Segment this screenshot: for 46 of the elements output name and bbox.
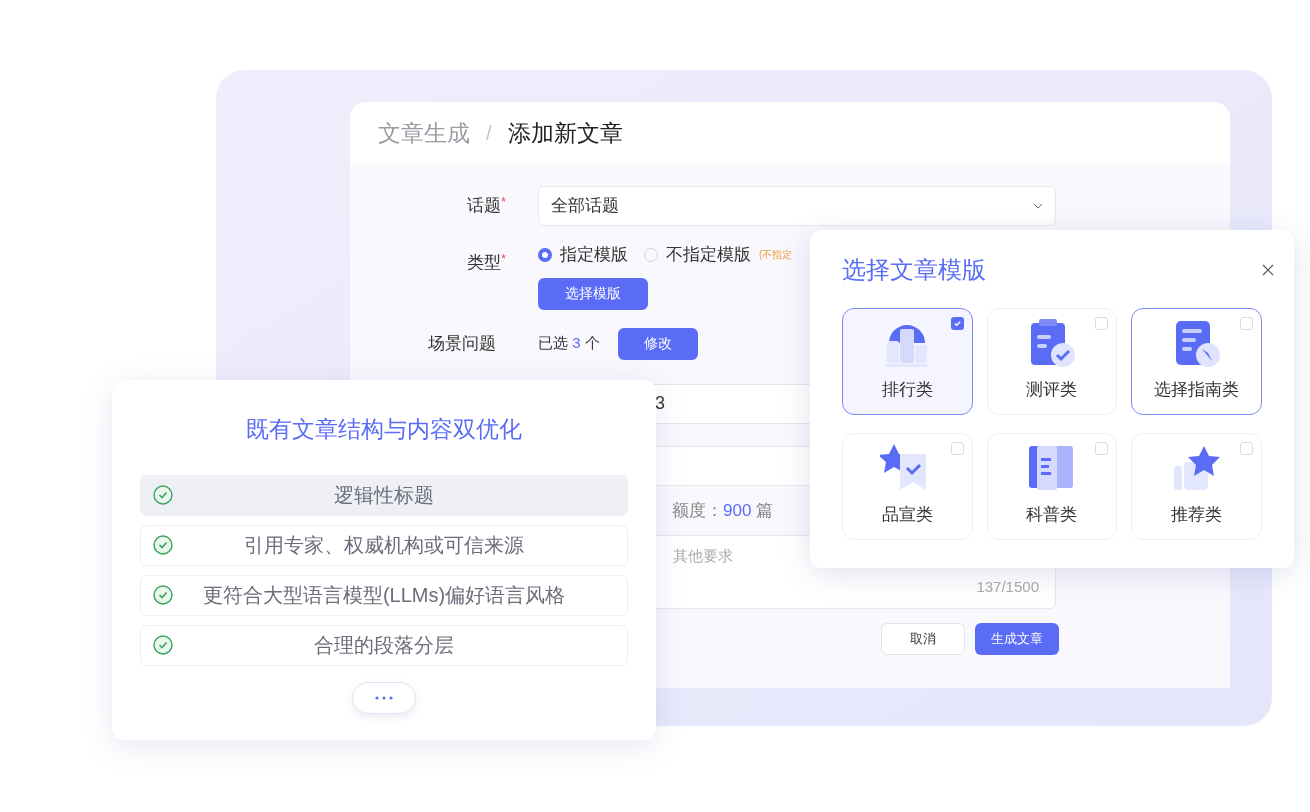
radio-option[interactable]: 指定模版 bbox=[538, 242, 628, 268]
required-mark: * bbox=[501, 194, 506, 210]
checkbox[interactable] bbox=[1240, 442, 1253, 455]
template-option[interactable]: 测评类 bbox=[986, 308, 1118, 415]
feature-item: 更符合大型语言模型(LLMs)偏好语言风格 bbox=[140, 574, 628, 616]
selected-count-text: 已选 3 个 bbox=[538, 333, 600, 354]
template-option[interactable]: 排行类 bbox=[842, 308, 973, 415]
required-mark: * bbox=[501, 251, 506, 266]
check-circle-icon bbox=[153, 585, 173, 605]
placeholder-text: 其他要求 bbox=[673, 546, 733, 566]
checkbox[interactable] bbox=[950, 442, 964, 455]
checkbox[interactable] bbox=[950, 317, 964, 330]
character-counter: 137/1500 bbox=[976, 576, 1039, 597]
field-label: 话题 bbox=[467, 195, 502, 218]
feature-item: 逻辑性标题 bbox=[140, 474, 628, 516]
checkbox[interactable] bbox=[1240, 317, 1253, 330]
check-circle-icon bbox=[153, 535, 173, 555]
check-circle-icon bbox=[153, 485, 173, 505]
template-option[interactable]: 推荐类 bbox=[1131, 433, 1262, 540]
checkbox[interactable] bbox=[1095, 442, 1109, 455]
feature-item: 合理的段落分层 bbox=[140, 624, 628, 666]
page-title: 添加新文章 bbox=[507, 118, 623, 148]
cancel-button[interactable]: 取消 bbox=[881, 623, 965, 655]
template-option[interactable]: 品宣类 bbox=[842, 433, 973, 540]
select-template-button[interactable]: 选择模版 bbox=[538, 277, 648, 310]
field-label: 场景问题 bbox=[427, 332, 497, 355]
template-option[interactable]: 选择指南类 bbox=[1131, 308, 1262, 415]
ellipsis-icon bbox=[374, 695, 394, 700]
template-option[interactable]: 科普类 bbox=[986, 433, 1118, 540]
radio-option[interactable]: 不指定模版 bbox=[644, 242, 751, 268]
checkbox[interactable] bbox=[1095, 317, 1109, 330]
generate-button[interactable]: 生成文章 bbox=[975, 623, 1059, 655]
chevron-down-icon bbox=[1033, 203, 1043, 209]
checkmark-icon bbox=[952, 319, 962, 328]
check-circle-icon bbox=[153, 635, 173, 655]
feature-item: 引用专家、权威机构或可信来源 bbox=[140, 524, 628, 566]
breadcrumb-separator: / bbox=[486, 121, 492, 146]
close-icon[interactable] bbox=[1262, 264, 1274, 276]
hint-text: (不指定 bbox=[759, 248, 793, 263]
quota-text: 额度：900 篇 bbox=[672, 499, 774, 522]
field-label: 类型 bbox=[467, 252, 502, 274]
topic-select[interactable]: 全部话题 bbox=[538, 186, 1056, 226]
edit-button[interactable]: 修改 bbox=[617, 327, 698, 360]
card-title: 既有文章结构与内容双优化 bbox=[246, 415, 522, 444]
more-button[interactable] bbox=[352, 681, 416, 714]
dialog-title: 选择文章模版 bbox=[842, 255, 986, 285]
